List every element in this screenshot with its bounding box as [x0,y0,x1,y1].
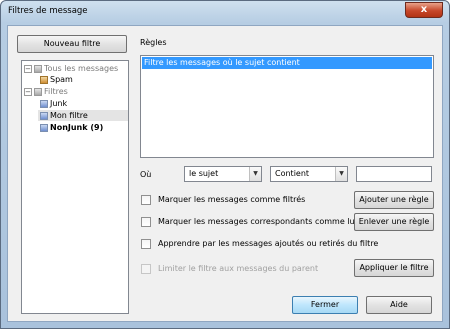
tree-item-label: Spam [50,75,73,84]
rules-list[interactable]: Filtre les messages où le sujet contient [140,55,434,158]
spam-icon [40,75,48,84]
field-select-value: le sujet [189,169,219,178]
chevron-down-icon[interactable]: ▼ [249,167,261,181]
tree-item-nonjunk[interactable]: NonJunk (9) [38,122,103,133]
rule-item[interactable]: Filtre les messages où le sujet contient [142,57,432,69]
close-button[interactable]: Fermer [292,296,358,314]
mark-read-label: Marquer les messages correspondants comm… [158,217,359,226]
condition-text-input[interactable] [356,166,432,182]
learn-checkbox[interactable] [141,239,151,249]
new-filter-button[interactable]: Nouveau filtre [17,35,127,53]
close-icon[interactable]: x [405,2,443,18]
tree-item-all-messages[interactable]: − Tous les messages [24,63,118,74]
tree-item-filters[interactable]: − Filtres [24,86,68,97]
limit-parent-checkbox [141,264,151,274]
field-select[interactable]: le sujet ▼ [184,166,262,182]
add-rule-button[interactable]: Ajouter une règle [354,191,434,209]
tree-item-junk[interactable]: Junk [38,98,67,109]
filter-icon [40,99,48,108]
tree-item-spam[interactable]: Spam [38,74,73,85]
mark-read-checkbox[interactable] [141,217,151,227]
rules-heading: Règles [140,38,167,47]
apply-filter-button[interactable]: Appliquer le filtre [354,259,434,277]
folder-icon [34,64,42,73]
filter-tree[interactable]: − Tous les messages Spam − Filtres Junk Mo… [21,60,129,314]
tree-item-label: Tous les messages [44,64,119,73]
operator-select[interactable]: Contient ▼ [270,166,348,182]
filter-icon [40,123,48,132]
title-bar[interactable]: Filtres de message x [1,1,449,23]
tree-item-label: Mon filtre [50,111,88,120]
remove-rule-button[interactable]: Enlever une règle [354,213,434,231]
collapse-icon[interactable]: − [24,87,32,96]
filter-icon [40,111,48,120]
dialog-client-area: Nouveau filtre − Tous les messages Spam −… [7,25,443,322]
tree-item-label: Junk [50,99,68,108]
tree-item-label: Filtres [44,87,68,96]
chevron-down-icon[interactable]: ▼ [335,167,347,181]
tree-item-label: NonJunk (9) [50,123,104,132]
filter-folder-icon [34,87,42,96]
tree-item-mon-filtre[interactable]: Mon filtre [38,110,128,121]
collapse-icon[interactable]: − [24,64,32,73]
limit-parent-label: Limiter le filtre aux messages du parent [158,264,319,273]
where-label: Où [140,170,152,179]
learn-label: Apprendre par les messages ajoutés ou re… [158,239,379,248]
message-filters-window: Filtres de message x Nouveau filtre − Tou… [0,0,450,329]
mark-filtered-label: Marquer les messages comme filtrés [158,195,306,204]
help-button[interactable]: Aide [366,296,432,314]
mark-filtered-checkbox[interactable] [141,195,151,205]
window-title: Filtres de message [8,6,88,16]
operator-select-value: Contient [275,169,310,178]
